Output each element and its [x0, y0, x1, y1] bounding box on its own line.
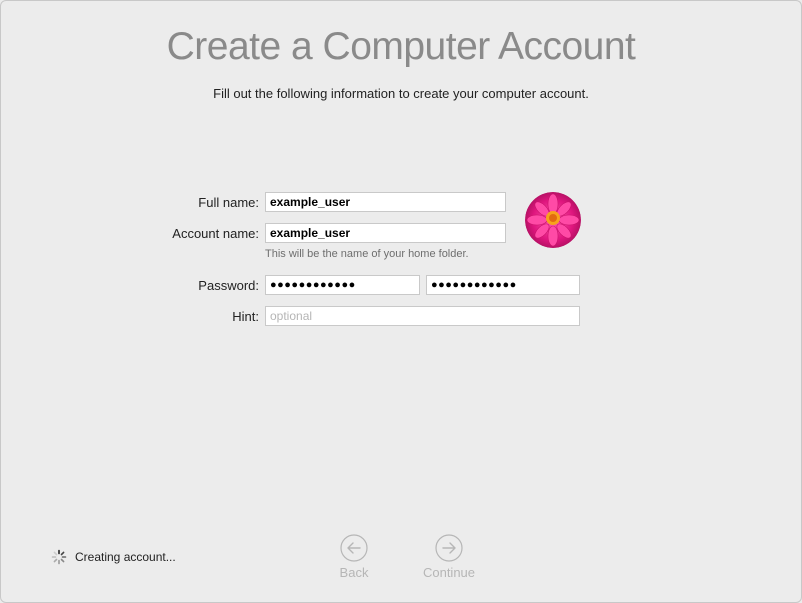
account-name-label: Account name: — [172, 226, 259, 241]
hint-label: Hint: — [232, 309, 259, 324]
back-label: Back — [339, 565, 369, 580]
full-name-field[interactable]: example_user — [265, 192, 506, 212]
status-text: Creating account... — [75, 550, 176, 564]
arrow-right-icon — [435, 534, 463, 562]
page-subtitle: Fill out the following information to cr… — [213, 86, 589, 101]
back-button[interactable]: Back — [319, 534, 389, 580]
setup-window: Create a Computer Account Fill out the f… — [0, 0, 802, 603]
account-name-field[interactable]: example_user — [265, 223, 506, 243]
verify-password-field[interactable]: ●●●●●●●●●●●● — [426, 275, 580, 295]
full-name-label: Full name: — [198, 195, 259, 210]
flower-picture-icon — [525, 192, 581, 248]
password-field[interactable]: ●●●●●●●●●●●● — [265, 275, 420, 295]
continue-label: Continue — [422, 565, 476, 580]
password-label: Password: — [198, 278, 259, 293]
hint-field[interactable]: optional — [265, 306, 580, 326]
continue-button[interactable]: Continue — [414, 534, 484, 580]
arrow-left-icon — [340, 534, 368, 562]
status-indicator: Creating account... — [51, 549, 176, 565]
account-name-note: This will be the name of your home folde… — [265, 248, 469, 260]
page-title: Create a Computer Account — [166, 25, 636, 68]
spinner-icon — [51, 549, 67, 565]
user-avatar[interactable] — [525, 192, 581, 248]
